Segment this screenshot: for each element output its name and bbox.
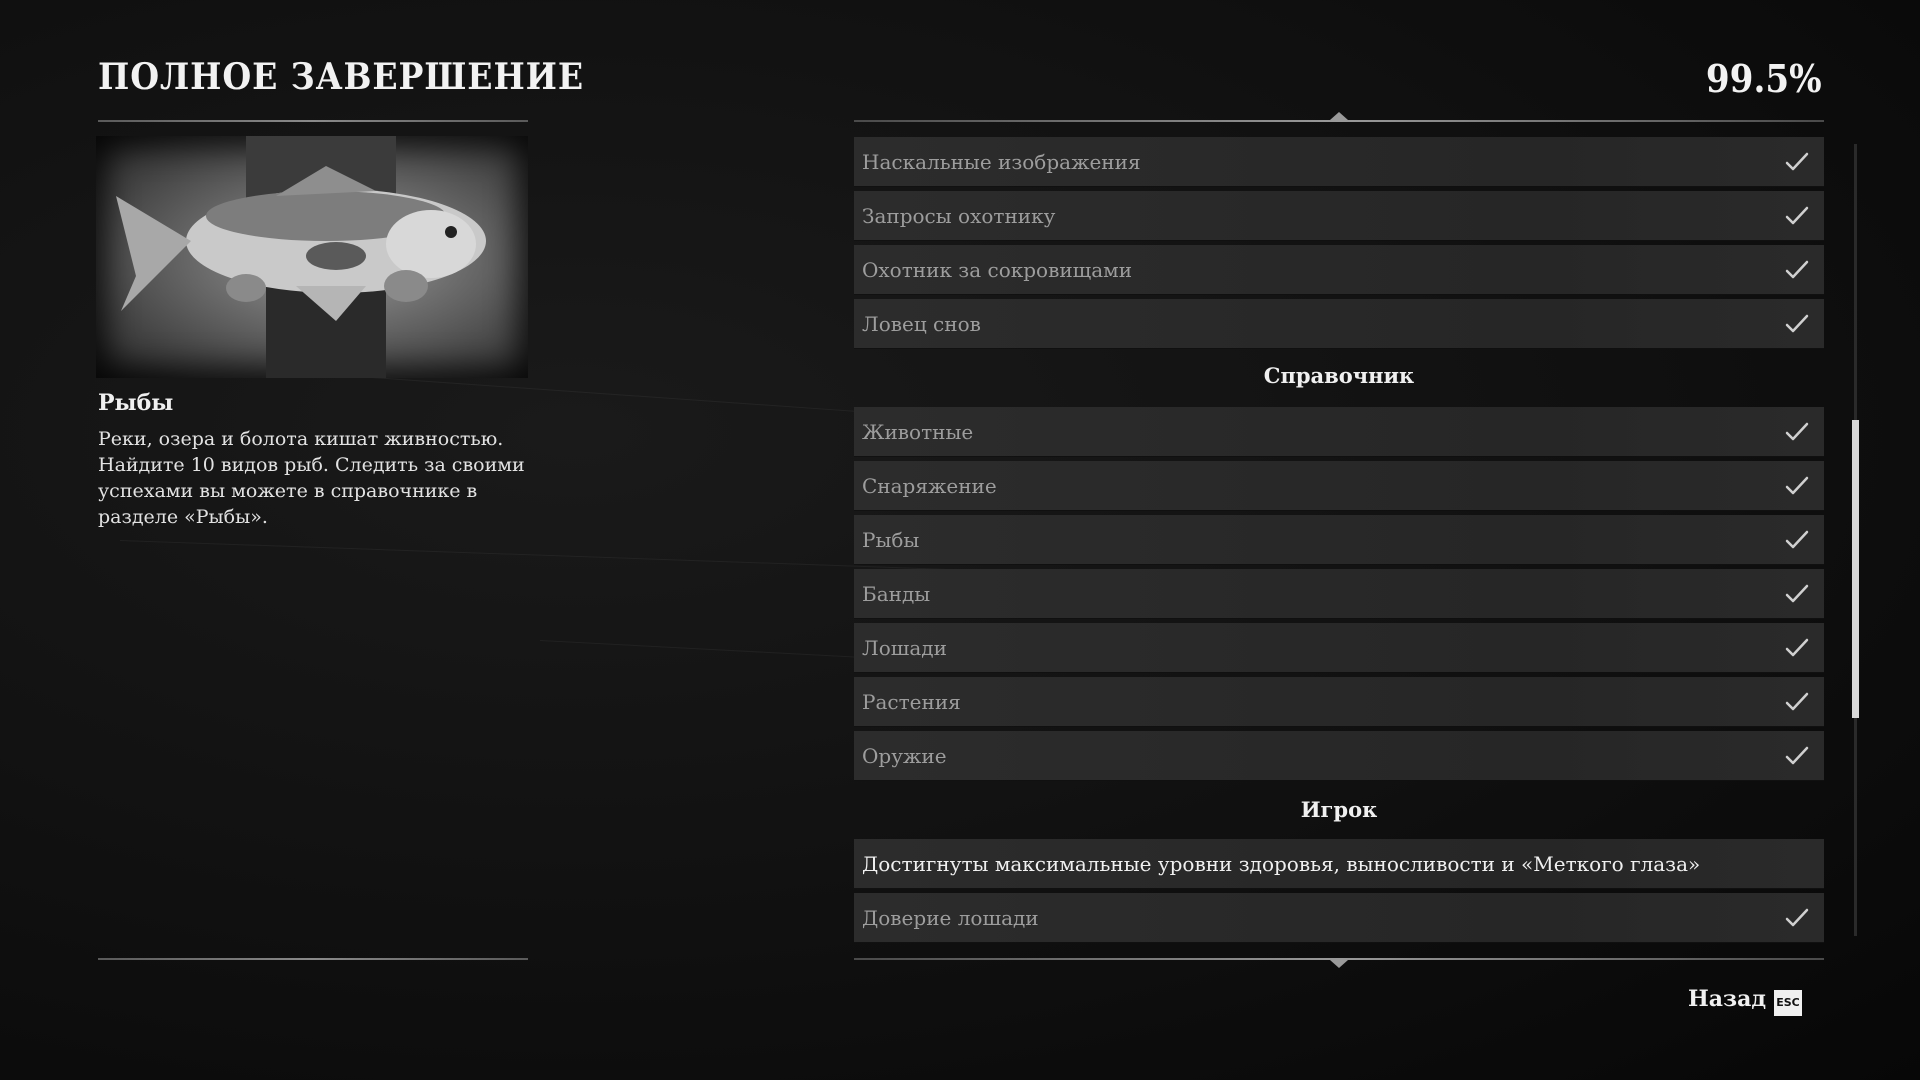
chevron-up-icon[interactable]: [1330, 112, 1348, 120]
list-item[interactable]: Достигнуты максимальные уровни здоровья,…: [854, 839, 1824, 889]
page-title: ПОЛНОЕ ЗАВЕРШЕНИЕ: [98, 56, 585, 98]
check-icon: [1784, 204, 1810, 228]
list-item[interactable]: Оружие: [854, 731, 1824, 781]
check-icon: [1784, 528, 1810, 552]
list-top-divider: [854, 120, 1824, 122]
list-item[interactable]: Лошади: [854, 623, 1824, 673]
list-item[interactable]: Рыбы: [854, 515, 1824, 565]
list-item-label: Ловец снов: [862, 312, 981, 336]
list-item-label: Оружие: [862, 744, 947, 768]
completion-percent: 99.5%: [1706, 56, 1822, 101]
esc-key-badge[interactable]: ESC: [1774, 990, 1802, 1016]
list-item-label: Снаряжение: [862, 474, 997, 498]
item-description: Реки, озера и болота кишат живностью. На…: [98, 428, 525, 528]
completion-screen: ПОЛНОЕ ЗАВЕРШЕНИЕ 99.5% Рыбы Реки, озера…: [0, 0, 1920, 1080]
list-item-label: Животные: [862, 420, 974, 444]
list-item-label: Лошади: [862, 636, 947, 660]
check-icon: [1784, 690, 1810, 714]
list-item[interactable]: Банды: [854, 569, 1824, 619]
check-icon: [1784, 474, 1810, 498]
list-item-label: Доверие лошади: [862, 906, 1039, 930]
list-item[interactable]: Доверие лошади: [854, 893, 1824, 943]
left-bottom-divider: [98, 958, 528, 960]
chevron-down-icon[interactable]: [1330, 960, 1348, 968]
section-heading: Игрок: [1300, 797, 1378, 822]
check-icon: [1784, 150, 1810, 174]
left-top-divider: [98, 120, 528, 122]
list-item-label: Рыбы: [862, 528, 920, 552]
fish-photo: [96, 136, 528, 378]
list-item[interactable]: Растения: [854, 677, 1824, 727]
list-item[interactable]: Запросы охотнику: [854, 191, 1824, 241]
list-item[interactable]: Животные: [854, 407, 1824, 457]
list-item-label: Охотник за сокровищами: [862, 258, 1133, 282]
list-item-label: Наскальные изображения: [862, 150, 1141, 174]
list-item[interactable]: Охотник за сокровищами: [854, 245, 1824, 295]
check-icon: [1784, 312, 1810, 336]
check-icon: [1784, 582, 1810, 606]
check-icon: [1784, 420, 1810, 444]
check-icon: [1784, 258, 1810, 282]
fish-illustration: [116, 136, 486, 378]
list-item-label: Запросы охотнику: [862, 204, 1056, 228]
list-item-label: Достигнуты максимальные уровни здоровья,…: [862, 852, 1701, 876]
scrollbar-thumb[interactable]: [1852, 420, 1859, 718]
back-button-label[interactable]: Назад: [1688, 986, 1766, 1012]
list-item-label: Растения: [862, 690, 961, 714]
list-item-label: Банды: [862, 582, 931, 606]
list-item[interactable]: Снаряжение: [854, 461, 1824, 511]
check-icon: [1784, 744, 1810, 768]
check-icon: [1784, 906, 1810, 930]
check-icon: [1784, 636, 1810, 660]
section-heading: Справочник: [1263, 363, 1415, 388]
list-item[interactable]: Наскальные изображения: [854, 137, 1824, 187]
item-title: Рыбы: [98, 390, 174, 416]
list-item[interactable]: Ловец снов: [854, 299, 1824, 349]
